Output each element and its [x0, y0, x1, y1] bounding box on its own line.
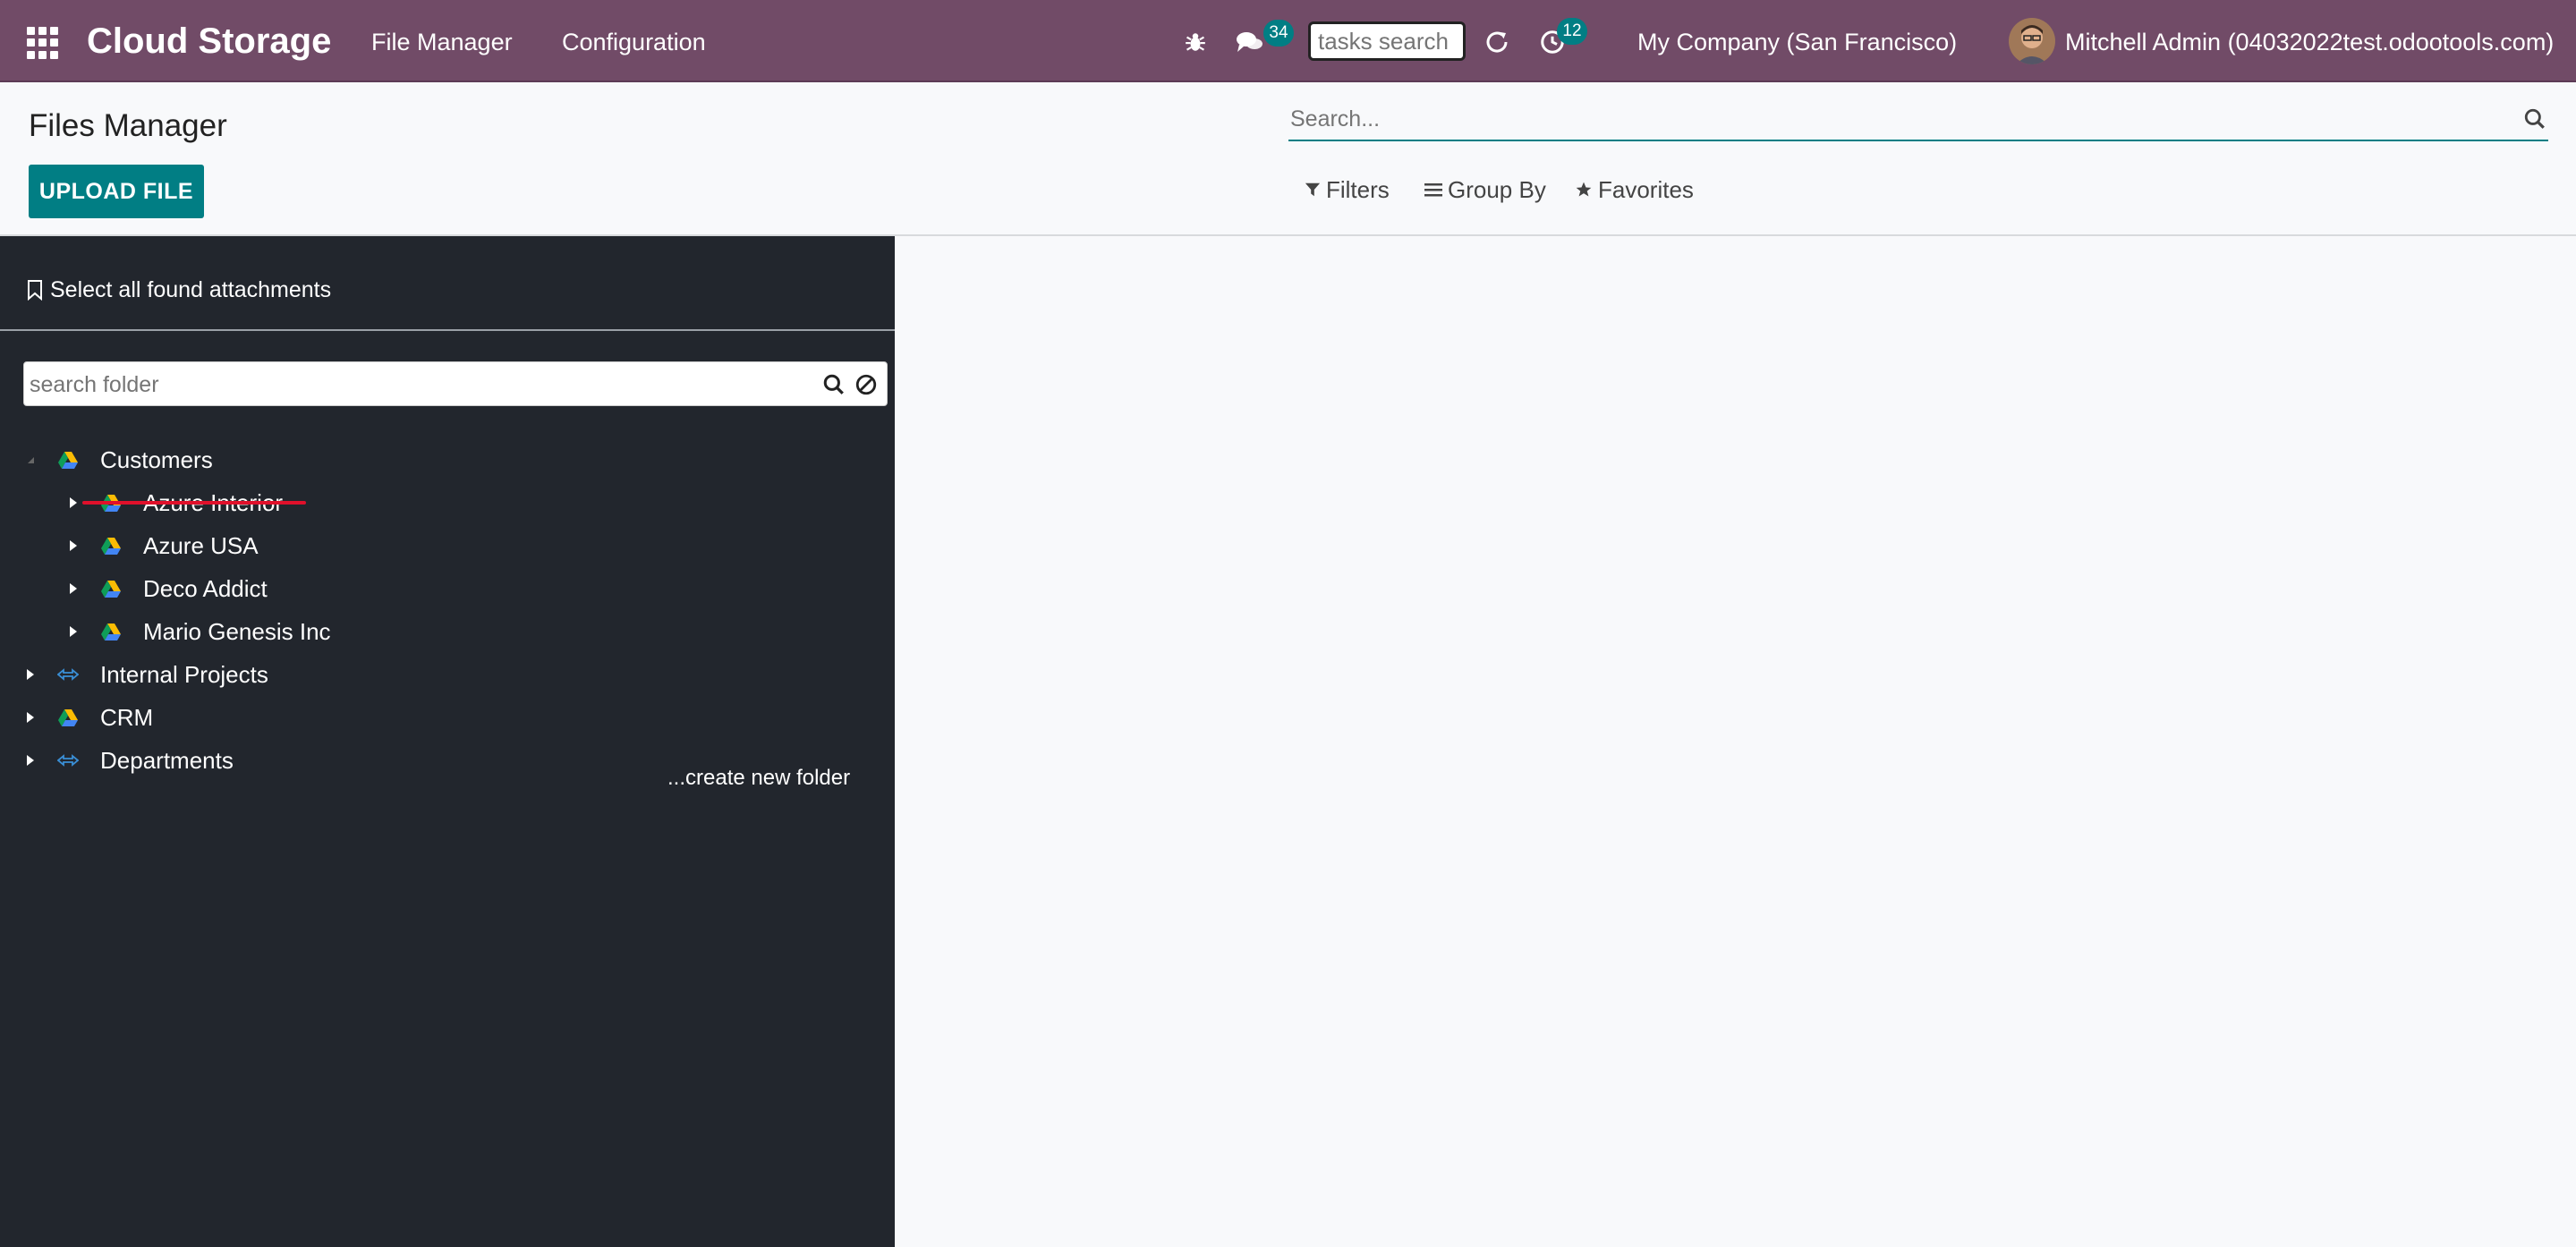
caret-right-icon[interactable]: [21, 708, 39, 726]
group-by-dropdown[interactable]: Group By: [1424, 175, 1546, 204]
tree-node-customers[interactable]: Customers: [21, 442, 213, 478]
tree-node-internal-projects[interactable]: Internal Projects: [21, 657, 268, 692]
filters-dropdown[interactable]: Filters: [1305, 175, 1390, 204]
highlight-underline: [82, 501, 306, 505]
tree-node-label: CRM: [100, 703, 154, 731]
google-drive-icon: [57, 449, 79, 471]
user-avatar[interactable]: [2009, 18, 2055, 64]
sidebar-divider: [0, 329, 895, 331]
caret-right-icon[interactable]: [64, 623, 82, 640]
filter-funnel-icon: [1305, 182, 1321, 197]
page-title: Files Manager: [29, 108, 227, 143]
sync-folder-icon: [57, 664, 79, 685]
caret-right-icon[interactable]: [21, 751, 39, 769]
search-icon[interactable]: [2523, 107, 2548, 132]
tree-node-label: Azure USA: [143, 531, 259, 559]
menu-file-manager[interactable]: File Manager: [371, 27, 513, 57]
tasks-search-input[interactable]: [1308, 21, 1466, 61]
tree-node-azure-usa[interactable]: Azure USA: [64, 528, 259, 564]
favorites-label: Favorites: [1598, 176, 1694, 203]
attachments-main-area: [895, 236, 2576, 1247]
favorites-dropdown[interactable]: Favorites: [1575, 175, 1694, 204]
refresh-icon[interactable]: [1480, 25, 1514, 59]
tree-node-label: Internal Projects: [100, 660, 268, 688]
tree-node-deco-addict[interactable]: Deco Addict: [64, 571, 268, 607]
clear-ban-icon[interactable]: [854, 373, 878, 396]
top-navbar: Cloud Storage File Manager Configuration…: [0, 0, 2576, 82]
apps-menu-icon[interactable]: [27, 27, 59, 59]
messages-icon[interactable]: [1233, 25, 1267, 59]
google-drive-icon: [100, 535, 122, 556]
debug-bug-icon[interactable]: [1178, 25, 1212, 59]
create-new-folder-link[interactable]: ...create new folder: [667, 766, 850, 791]
select-all-label: Select all found attachments: [50, 277, 332, 302]
list-bars-icon: [1424, 183, 1442, 197]
activities-count-badge: 12: [1557, 18, 1587, 45]
tree-node-label: Deco Addict: [143, 574, 268, 602]
tree-node-departments[interactable]: Departments: [21, 742, 234, 778]
folder-sidebar: Select all found attachments Customers A…: [0, 236, 895, 1247]
tree-node-label: Departments: [100, 746, 234, 774]
app-brand[interactable]: Cloud Storage: [87, 20, 331, 63]
group-by-label: Group By: [1448, 176, 1546, 203]
search-input[interactable]: [1288, 100, 2509, 138]
user-menu[interactable]: Mitchell Admin (04032022test.odootools.c…: [2065, 27, 2554, 57]
google-drive-icon: [57, 707, 79, 728]
folder-search-input[interactable]: [28, 366, 819, 403]
caret-right-icon[interactable]: [64, 494, 82, 512]
search-icon[interactable]: [822, 373, 846, 396]
tree-node-label: Customers: [100, 445, 213, 473]
bookmark-icon: [28, 280, 42, 301]
caret-expanded-icon[interactable]: [21, 451, 39, 469]
select-all-attachments[interactable]: Select all found attachments: [27, 276, 331, 304]
caret-right-icon[interactable]: [64, 580, 82, 598]
caret-right-icon[interactable]: [64, 537, 82, 555]
company-switcher[interactable]: My Company (San Francisco): [1637, 27, 1957, 57]
folder-search: [23, 361, 888, 406]
menu-configuration[interactable]: Configuration: [562, 27, 706, 57]
tree-node-crm[interactable]: CRM: [21, 700, 153, 735]
sync-folder-icon: [57, 750, 79, 771]
messages-count-badge: 34: [1263, 20, 1294, 47]
google-drive-icon: [100, 578, 122, 599]
control-panel: Files Manager UPLOAD FILE Filters Group …: [0, 82, 2576, 236]
filters-label: Filters: [1326, 176, 1390, 203]
tree-node-label: Mario Genesis Inc: [143, 617, 331, 645]
tree-node-mario-genesis[interactable]: Mario Genesis Inc: [64, 614, 331, 649]
upload-file-button[interactable]: UPLOAD FILE: [29, 165, 204, 218]
search-bar: [1288, 100, 2548, 141]
star-icon: [1576, 182, 1592, 197]
caret-right-icon[interactable]: [21, 666, 39, 683]
google-drive-icon: [100, 621, 122, 642]
